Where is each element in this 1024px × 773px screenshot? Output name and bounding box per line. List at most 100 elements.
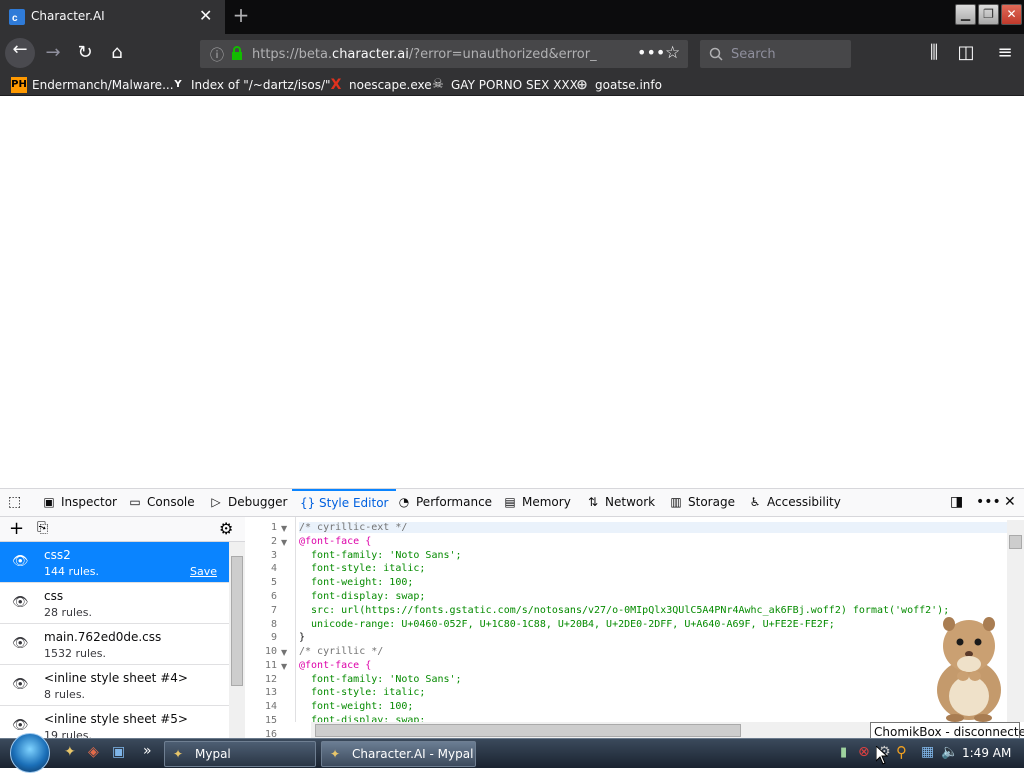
network-tray-icon[interactable]: ▦	[921, 744, 934, 760]
new-tab-icon[interactable]: +	[229, 4, 253, 28]
taskbar-item-mypal[interactable]: ✦ Mypal	[164, 741, 316, 767]
stylesheet-item-css[interactable]: 👁 css 28 rules.	[0, 583, 229, 624]
tab-accessibility[interactable]: ♿ Accessibility	[748, 489, 841, 517]
code-line: font-weight: 100;	[299, 701, 414, 712]
hamster-mascot-image	[937, 617, 1001, 722]
url-bar[interactable]: ⓘ https://beta.character.ai/?error=unaut…	[200, 40, 688, 68]
bookmark-star-icon[interactable]: ☆	[665, 43, 680, 63]
minimize-button[interactable]: ▁	[955, 4, 976, 25]
tab-inspector[interactable]: ▣ Inspector	[42, 489, 117, 517]
security-tray-icon[interactable]: ⊗	[858, 744, 870, 760]
fold-arrow-icon[interactable]: ▼	[281, 524, 287, 533]
code-editor[interactable]: 1 2 3 4 5 6 7 8 9 10 11 12 13 14 15 16 ▼…	[245, 517, 1024, 739]
window-close-button[interactable]: ✕	[1001, 4, 1022, 25]
stylesheet-toolbar: + ⎘ ⚙	[0, 517, 245, 542]
close-devtools-icon[interactable]: ✕	[1004, 489, 1016, 517]
more-options-icon[interactable]: •••	[976, 489, 1001, 517]
tab-label: Debugger	[228, 495, 288, 509]
clock[interactable]: 1:49 AM	[962, 746, 1011, 760]
tray-icon[interactable]: ▮	[840, 745, 847, 760]
bookmark-item[interactable]: PH Endermanch/Malware...	[11, 76, 174, 94]
tab-console[interactable]: ▭ Console	[128, 489, 195, 517]
stylesheet-name: <inline style sheet #5>	[44, 712, 188, 726]
stylesheet-item-main[interactable]: 👁 main.762ed0de.css 1532 rules.	[0, 624, 229, 665]
save-link[interactable]: Save	[190, 565, 217, 578]
taskbar-item-character-ai[interactable]: ✦ Character.AI - Mypal	[321, 741, 476, 767]
scrollbar-thumb[interactable]	[315, 724, 741, 737]
tab-label: Console	[147, 495, 195, 509]
import-stylesheet-icon[interactable]: ⎘	[37, 520, 48, 536]
chevron-right-icon[interactable]: »	[143, 743, 152, 759]
hamburger-menu-icon[interactable]: ≡	[992, 41, 1018, 65]
dock-side-icon[interactable]: ◨	[950, 489, 963, 517]
gear-icon[interactable]: ⚙	[219, 519, 233, 538]
stylesheet-scrollbar[interactable]	[229, 542, 245, 739]
lock-icon[interactable]	[231, 46, 243, 61]
line-number: 5	[270, 577, 277, 588]
code-line: font-weight: 100;	[299, 577, 414, 588]
taskbar: ✦ ◈ ▣ » ✦ Mypal ✦ Character.AI - Mypal ▮…	[0, 733, 1024, 773]
search-placeholder: Search	[731, 47, 776, 62]
editor-vertical-scrollbar[interactable]	[1007, 520, 1024, 722]
bookmark-item[interactable]: X noescape.exe	[328, 76, 432, 94]
tab-label: Style Editor	[319, 496, 389, 510]
bookmark-item[interactable]: Y Index of "/~dartz/isos/"	[170, 76, 330, 94]
code-line: /* cyrillic-ext */	[299, 522, 1007, 533]
browser-tab[interactable]: c Character.AI ✕	[0, 0, 225, 34]
restore-button[interactable]: ❐	[978, 4, 999, 25]
stylesheet-rules: 144 rules.	[44, 565, 100, 578]
eye-icon[interactable]: 👁	[12, 677, 29, 692]
mypal-icon: ✦	[173, 747, 184, 761]
bookmark-label: noescape.exe	[349, 78, 432, 92]
fold-arrow-icon[interactable]: ▼	[281, 648, 287, 657]
character-ai-favicon-icon: c	[9, 9, 25, 25]
scrollbar-thumb[interactable]	[231, 556, 243, 686]
stylesheet-item-css2[interactable]: 👁 css2 144 rules. Save	[0, 542, 229, 583]
fold-arrow-icon[interactable]: ▼	[281, 662, 287, 671]
tab-memory[interactable]: ▤ Memory	[503, 489, 570, 517]
element-picker-icon[interactable]: ⬚	[8, 489, 21, 517]
tab-network[interactable]: ⇅ Network	[586, 489, 655, 517]
bookmark-item[interactable]: ⊕ goatse.info	[574, 76, 662, 94]
home-icon[interactable]: ⌂	[104, 41, 130, 65]
new-stylesheet-icon[interactable]: +	[9, 518, 24, 539]
tab-label: Inspector	[61, 495, 117, 509]
info-icon[interactable]: ⓘ	[210, 45, 224, 65]
mypal-icon: ✦	[330, 747, 341, 761]
tab-style-editor[interactable]: {} Style Editor	[292, 489, 397, 517]
tab-storage[interactable]: ▥ Storage	[669, 489, 735, 517]
bookmark-item[interactable]: ☠ GAY PORNO SEX XXX	[430, 76, 578, 94]
search-icon	[709, 47, 723, 61]
quicklaunch-icon[interactable]: ▣	[112, 744, 125, 760]
library-icon[interactable]: ⫼	[921, 41, 947, 65]
reload-icon[interactable]: ↻	[72, 41, 98, 65]
stylesheet-rules: 1532 rules.	[44, 647, 107, 660]
tab-debugger[interactable]: ▷ Debugger	[209, 489, 287, 517]
line-number: 2	[270, 536, 277, 547]
network-icon: ⇅	[587, 495, 599, 509]
quicklaunch-icon[interactable]: ✦	[64, 744, 76, 760]
eye-icon[interactable]: 👁	[12, 636, 29, 651]
tab-label: Storage	[688, 495, 735, 509]
memory-icon: ▤	[504, 495, 516, 509]
line-number: 10	[264, 646, 277, 657]
volume-icon[interactable]: 🔈	[941, 744, 958, 760]
line-number: 7	[270, 605, 277, 616]
search-bar[interactable]: Search	[700, 40, 851, 68]
eye-icon[interactable]: 👁	[12, 595, 29, 610]
fold-arrow-icon[interactable]: ▼	[281, 538, 287, 547]
stylesheet-item-inline-4[interactable]: 👁 <inline style sheet #4> 8 rules.	[0, 665, 229, 706]
forward-icon[interactable]: →	[40, 41, 66, 65]
scrollbar-thumb[interactable]	[1009, 535, 1022, 549]
start-button[interactable]	[10, 733, 50, 773]
back-icon[interactable]: ←	[5, 38, 35, 68]
sidebar-icon[interactable]: ◫	[953, 41, 979, 65]
search-tray-icon[interactable]: ⚲	[896, 743, 907, 761]
quicklaunch-icon[interactable]: ◈	[88, 744, 99, 760]
eye-icon[interactable]: 👁	[12, 718, 29, 733]
url-text[interactable]: https://beta.character.ai/?error=unautho…	[252, 47, 597, 62]
tab-close-icon[interactable]: ✕	[199, 6, 212, 25]
tab-performance[interactable]: ◔ Performance	[397, 489, 492, 517]
eye-icon[interactable]: 👁	[12, 554, 29, 569]
page-actions-icon[interactable]: •••	[637, 43, 665, 62]
